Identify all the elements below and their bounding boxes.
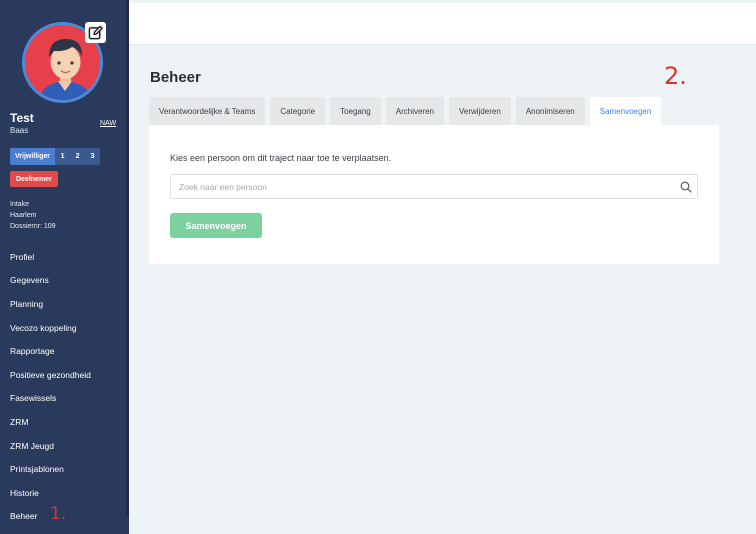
sidebar-item-rapportage[interactable]: Rapportage [10,339,122,363]
top-header [129,3,756,45]
tab-toegang[interactable]: Toegang [330,97,381,125]
merge-button[interactable]: Samenvoegen [170,213,262,238]
annotation-step-1: 1. [50,504,67,524]
meta-phase: Intake [10,201,30,208]
sidebar-item-fasewissels[interactable]: Fasewissels [10,387,122,411]
sidebar-item-zrm-jeugd[interactable]: ZRM Jeugd [10,434,122,458]
edit-icon [88,25,103,40]
status-step-3[interactable]: 3 [85,148,101,165]
tab-categorie[interactable]: Categorie [270,97,326,125]
status-step-2[interactable]: 2 [70,148,86,165]
sidebar-item-planning[interactable]: Planning [10,292,122,316]
person-search [170,174,698,199]
user-meta: Intake Haarlem Dossiernr: 109 [10,199,56,232]
sidebar-nav: Profiel Gegevens Planning Vecozo koppeli… [10,245,122,528]
sidebar: Test Baas NAW Vrijwilliger 1 2 3 Deelnem… [0,0,129,534]
tab-verwijderen[interactable]: Verwijderen [449,97,511,125]
annotation-step-2: 2. [664,62,687,90]
sidebar-item-profiel[interactable]: Profiel [10,245,122,269]
tab-verantwoordelijke-teams[interactable]: Verantwoordelijke & Teams [149,97,266,125]
merge-panel: Kies een persoon om dit traject naar toe… [149,125,719,264]
meta-dossier: Dossiernr: 109 [10,223,56,230]
user-role: Baas [10,126,29,135]
sidebar-item-historie[interactable]: Historie [10,481,122,505]
tab-bar: Verantwoordelijke & Teams Categorie Toeg… [149,97,666,125]
tab-samenvoegen[interactable]: Samenvoegen [589,97,662,125]
naw-link[interactable]: NAW [100,120,116,127]
status-label[interactable]: Vrijwilliger [10,148,56,165]
meta-location: Haarlem [10,212,37,219]
status-step-1[interactable]: 1 [55,148,71,165]
sidebar-item-vecozo-koppeling[interactable]: Vecozo koppeling [10,316,122,340]
role-badge: Deelnemer [10,171,58,187]
sidebar-scrollbar[interactable] [126,0,129,515]
edit-avatar-button[interactable] [85,22,106,43]
sidebar-item-printsjablonen[interactable]: Printsjablonen [10,457,122,481]
merge-instruction: Kies een persoon om dit traject naar toe… [170,153,392,163]
status-group: Vrijwilliger 1 2 3 [10,148,101,165]
user-name: Test [10,111,34,125]
sidebar-item-positieve-gezondheid[interactable]: Positieve gezondheid [10,363,122,387]
sidebar-item-zrm[interactable]: ZRM [10,410,122,434]
search-icon[interactable] [675,181,697,193]
page-title: Beheer [150,69,201,86]
sidebar-item-gegevens[interactable]: Gegevens [10,269,122,293]
tab-anonimiseren[interactable]: Anonimiseren [515,97,585,125]
person-search-input[interactable] [171,181,675,192]
tab-archiveren[interactable]: Archiveren [385,97,444,125]
